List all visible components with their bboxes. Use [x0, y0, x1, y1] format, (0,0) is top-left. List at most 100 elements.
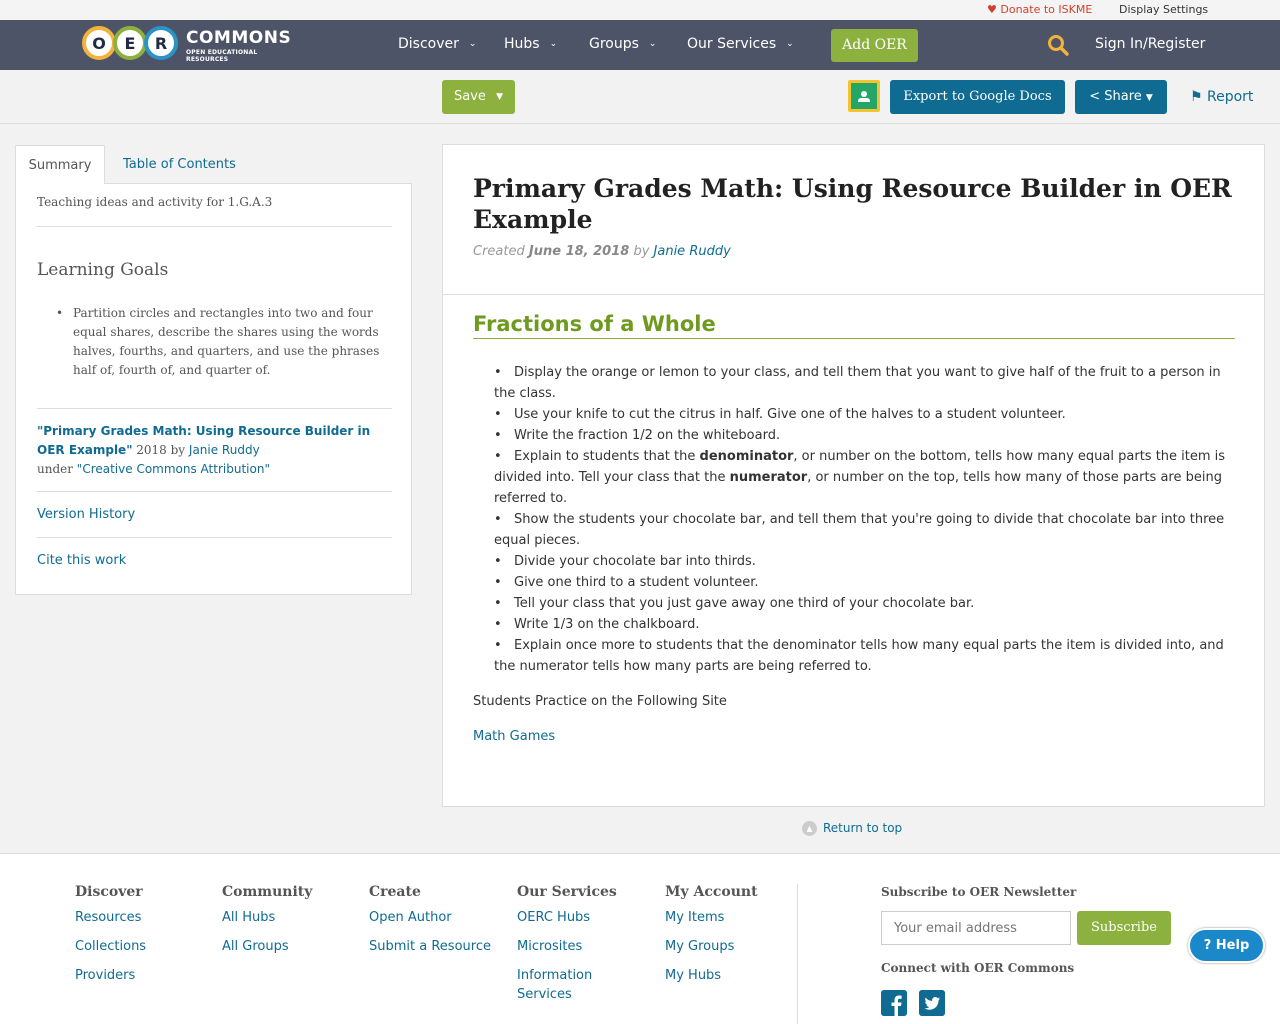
footer-link-open-author[interactable]: Open Author [369, 908, 509, 927]
list-item: Show the students your chocolate bar, an… [474, 509, 1236, 551]
math-games-link[interactable]: Math Games [473, 729, 555, 744]
footer-link-providers[interactable]: Providers [75, 966, 215, 985]
footer-our-services: Our Services OERC Hubs Microsites Inform… [517, 884, 627, 1014]
footer-heading: Discover [75, 884, 143, 900]
list-item: Explain to students that the denominator… [474, 446, 1236, 509]
heart-icon: ♥ [987, 3, 997, 16]
logo-subtitle: OPEN EDUCATIONAL RESOURCES [186, 49, 258, 63]
utility-bar: ♥ Donate to ISKME Display Settings [0, 0, 1280, 20]
footer-divider [797, 884, 798, 1024]
subscribe-button[interactable]: Subscribe [1077, 911, 1171, 945]
chevron-down-icon: ⌄ [786, 39, 794, 49]
version-history-link[interactable]: Version History [37, 507, 392, 522]
footer-my-account: My Account My Items My Groups My Hubs [665, 884, 805, 995]
donate-link[interactable]: ♥ Donate to ISKME [987, 3, 1092, 16]
list-item: Write 1/3 on the chalkboard. [474, 614, 1236, 635]
footer-link-all-groups[interactable]: All Groups [222, 937, 362, 956]
summary-panel: Teaching ideas and activity for 1.G.A.3 … [15, 183, 412, 595]
logo-letter-o: O [82, 26, 116, 60]
list-item: Explain once more to students that the d… [474, 635, 1236, 677]
list-item: Divide your chocolate bar into thirds. [474, 551, 1236, 572]
footer-community: Community All Hubs All Groups [222, 884, 362, 966]
footer-heading: Community [222, 884, 313, 900]
newsletter-heading: Subscribe to OER Newsletter [881, 885, 1077, 899]
help-button[interactable]: ? Help [1188, 928, 1265, 963]
cite-this-work-link[interactable]: Cite this work [37, 553, 392, 568]
logo-letter-e: E [113, 26, 147, 60]
return-to-top-link[interactable]: ▲ Return to top [802, 821, 902, 836]
divider [443, 294, 1264, 295]
sign-in-register-link[interactable]: Sign In/Register [1095, 36, 1205, 52]
chevron-down-icon: ⌄ [468, 39, 477, 49]
logo-word: COMMONS [186, 28, 292, 48]
attribution-author-link[interactable]: Janie Ruddy [189, 443, 260, 457]
caret-down-icon: ▼ [496, 92, 503, 102]
footer-link-my-hubs[interactable]: My Hubs [665, 966, 805, 985]
page-title: Primary Grades Math: Using Resource Buil… [473, 174, 1232, 234]
section-title: Fractions of a Whole [473, 312, 1235, 339]
logo-letter-r: R [144, 26, 178, 60]
divider [37, 226, 392, 227]
divider [37, 408, 392, 409]
divider [37, 537, 392, 538]
footer: Discover Resources Collections Providers… [0, 853, 1280, 1024]
question-icon: ? [1203, 938, 1212, 953]
resource-content: Primary Grades Math: Using Resource Buil… [442, 144, 1265, 807]
share-icon: < [1089, 89, 1101, 104]
nav-our-services[interactable]: Our Services ⌄ [687, 36, 794, 52]
resource-meta: Created June 18, 2018 by Janie Ruddy [473, 244, 731, 259]
add-oer-button[interactable]: Add OER [831, 29, 918, 62]
newsletter-email-input[interactable] [881, 911, 1071, 945]
resource-toolbar: Save ▼ Export to Google Docs < Share ▼ ⚑ … [0, 70, 1280, 124]
nav-groups[interactable]: Groups ⌄ [589, 36, 656, 52]
flag-icon: ⚑ [1190, 89, 1203, 105]
footer-heading: My Account [665, 884, 758, 900]
practice-text: Students Practice on the Following Site [473, 694, 727, 709]
activity-steps: Display the orange or lemon to your clas… [474, 362, 1236, 677]
list-item: Display the orange or lemon to your clas… [474, 362, 1236, 404]
nav-hubs[interactable]: Hubs ⌄ [504, 36, 557, 52]
main-nav: O E R COMMONS OPEN EDUCATIONAL RESOURCES… [0, 20, 1280, 70]
footer-link-collections[interactable]: Collections [75, 937, 215, 956]
footer-create: Create Open Author Submit a Resource [369, 884, 509, 966]
learning-goal-item: Partition circles and rectangles into tw… [56, 304, 386, 380]
caret-down-icon: ▼ [1145, 93, 1153, 103]
save-button[interactable]: Save ▼ [442, 80, 515, 114]
list-item: Tell your class that you just gave away … [474, 593, 1236, 614]
footer-link-my-items[interactable]: My Items [665, 908, 805, 927]
attribution: "Primary Grades Math: Using Resource Bui… [37, 424, 371, 476]
footer-heading: Create [369, 884, 421, 900]
footer-link-resources[interactable]: Resources [75, 908, 215, 927]
author-link[interactable]: Janie Ruddy [654, 244, 731, 259]
display-settings-link[interactable]: Display Settings [1119, 3, 1208, 16]
twitter-icon[interactable] [919, 990, 945, 1016]
export-google-docs-button[interactable]: Export to Google Docs [890, 80, 1065, 114]
report-link[interactable]: ⚑ Report [1190, 89, 1253, 105]
share-button[interactable]: < Share ▼ [1075, 80, 1167, 114]
search-icon[interactable] [1047, 34, 1069, 56]
google-classroom-icon[interactable] [848, 80, 880, 112]
footer-link-oerc-hubs[interactable]: OERC Hubs [517, 908, 627, 927]
chevron-down-icon: ⌄ [648, 39, 657, 49]
summary-text: Teaching ideas and activity for 1.G.A.3 [37, 195, 273, 209]
nav-discover[interactable]: Discover ⌄ [398, 36, 476, 52]
created-date: June 18, 2018 [528, 244, 630, 259]
footer-link-my-groups[interactable]: My Groups [665, 937, 805, 956]
footer-link-submit-resource[interactable]: Submit a Resource [369, 937, 509, 956]
tab-table-of-contents[interactable]: Table of Contents [123, 145, 236, 184]
facebook-icon[interactable] [881, 990, 907, 1016]
oer-commons-logo[interactable]: O E R COMMONS OPEN EDUCATIONAL RESOURCES [82, 24, 292, 64]
footer-heading: Our Services [517, 884, 617, 900]
list-item: Use your knife to cut the citrus in half… [474, 404, 1236, 425]
term-denominator: denominator [699, 449, 794, 464]
footer-link-information-services[interactable]: Information Services [517, 966, 627, 1004]
divider [37, 491, 392, 492]
connect-heading: Connect with OER Commons [881, 961, 1075, 975]
term-numerator: numerator [729, 470, 808, 485]
footer-link-microsites[interactable]: Microsites [517, 937, 627, 956]
chevron-down-icon: ⌄ [549, 39, 558, 49]
footer-link-all-hubs[interactable]: All Hubs [222, 908, 362, 927]
license-link[interactable]: "Creative Commons Attribution" [77, 462, 270, 476]
list-item: Give one third to a student volunteer. [474, 572, 1236, 593]
tab-summary[interactable]: Summary [15, 145, 105, 184]
